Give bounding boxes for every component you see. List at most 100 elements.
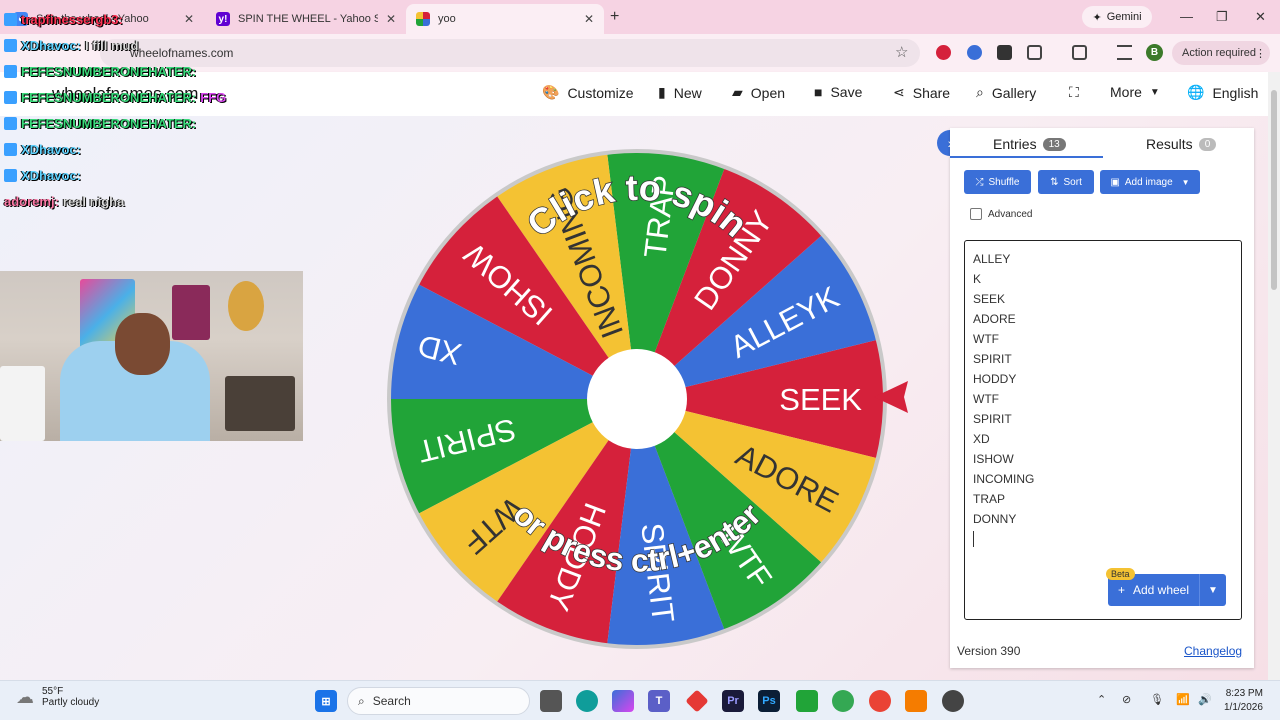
nav-customize[interactable]: 🎨 Customize	[542, 84, 634, 101]
tray-chevron-icon[interactable]: ⌃	[1097, 693, 1106, 706]
tab-yahoo-search[interactable]: y! SPIN THE WHEEL - Yahoo Search ✕	[206, 4, 406, 34]
palette-icon: 🎨	[542, 84, 560, 100]
entry-line: ISHOW	[973, 452, 1014, 466]
chevron-down-icon: ▼	[1149, 86, 1160, 98]
tab-results[interactable]: Results 0	[1146, 136, 1217, 152]
media-icon[interactable]	[1117, 45, 1132, 60]
chat-line: FEFESNUMBERONEHATER:	[4, 116, 200, 131]
windows-start-icon[interactable]: ⊞	[315, 690, 337, 712]
entries-textarea[interactable]: ALLEY K SEEK ADORE WTF SPIRIT HODDY WTF SPIRIT XD…	[964, 240, 1242, 620]
chat-line: XDhavoc: I fill mud	[4, 38, 138, 53]
yahoo-icon: y!	[216, 12, 230, 26]
close-icon[interactable]: ✕	[386, 12, 396, 26]
add-image-button[interactable]: ▣ Add image ▼	[1100, 170, 1200, 194]
plus-icon: +	[1117, 583, 1125, 597]
chevron-down-icon[interactable]: ▼	[1200, 585, 1226, 596]
app-icon[interactable]	[796, 690, 818, 712]
nav-new[interactable]: ▮ New	[658, 84, 702, 101]
minimize-icon[interactable]: —	[1180, 9, 1193, 24]
wheel-pointer-icon	[874, 381, 908, 413]
nav-share[interactable]: ⋖ Share	[893, 84, 950, 101]
volume-icon[interactable]: 🔊	[1198, 693, 1212, 706]
task-view-icon[interactable]	[540, 690, 562, 712]
fullscreen-icon[interactable]: ⛶	[1069, 84, 1079, 101]
copilot-icon[interactable]	[612, 690, 634, 712]
chrome-taskbar-icon[interactable]	[832, 690, 854, 712]
app-icon[interactable]	[905, 690, 927, 712]
beta-badge: Beta	[1106, 568, 1135, 580]
url-input[interactable]: wheelofnames.com	[100, 39, 920, 67]
results-count-badge: 0	[1198, 137, 1217, 151]
nav-open[interactable]: ▰ Open	[732, 84, 785, 101]
restore-icon[interactable]: ❐	[1216, 9, 1228, 25]
action-required-button[interactable]: Action required ⋮	[1172, 41, 1270, 65]
text-caret	[973, 531, 974, 547]
poster	[172, 285, 210, 340]
gemini-button[interactable]: ✦ Gemini	[1082, 6, 1152, 28]
folder-icon: ▰	[732, 84, 743, 100]
share-icon: ⋖	[893, 84, 905, 100]
obs-icon[interactable]	[942, 690, 964, 712]
extension-icon[interactable]	[936, 45, 951, 60]
table	[225, 376, 295, 431]
nav-gallery[interactable]: ⌕ Gallery	[976, 84, 1036, 101]
nav-language[interactable]: 🌐 English	[1187, 84, 1258, 101]
entry-line: DONNY	[973, 512, 1017, 526]
spin-wheel[interactable]: SEEKALLEYKDONNYTRAPINCOMINGISHOWXDSPIRIT…	[386, 148, 888, 650]
nav-more[interactable]: More ▼	[1110, 84, 1160, 100]
new-tab-icon[interactable]: +	[610, 8, 619, 26]
active-tab-underline	[950, 156, 1103, 158]
chat-line: XDhavoc:	[4, 168, 85, 183]
tab-search-icon[interactable]	[1072, 45, 1087, 60]
profile-avatar[interactable]: B	[1146, 44, 1163, 61]
weather-widget[interactable]: ☁ 55°F Partly cloudy	[16, 686, 99, 708]
bookmark-star-icon[interactable]: ☆	[895, 43, 908, 61]
streamer-head	[115, 313, 170, 375]
image-icon: ▣	[1110, 176, 1120, 188]
wifi-icon[interactable]: 📶	[1176, 693, 1190, 706]
advanced-checkbox[interactable]: Advanced	[970, 208, 1032, 220]
close-icon[interactable]: ✕	[184, 12, 194, 26]
premiere-icon[interactable]: Pr	[722, 690, 744, 712]
teams-icon[interactable]: T	[648, 690, 670, 712]
close-icon[interactable]: ✕	[584, 12, 594, 26]
search-icon: ⌕	[976, 84, 984, 100]
tab-entries[interactable]: Entries 13	[993, 136, 1066, 152]
changelog-link[interactable]: Changelog	[1184, 644, 1242, 658]
sort-button[interactable]: ⇅ Sort	[1038, 170, 1094, 194]
app-icon[interactable]	[685, 689, 709, 713]
window-close-icon[interactable]: ✕	[1255, 9, 1266, 25]
mic-icon[interactable]: 🎙	[1150, 693, 1164, 706]
chrome-taskbar-icon[interactable]	[869, 690, 891, 712]
page-scrollbar[interactable]	[1268, 72, 1280, 680]
globe-icon: 🌐	[1187, 84, 1205, 100]
taskbar-search[interactable]: ⌕ Search	[347, 687, 530, 715]
tab-active-yoo[interactable]: yoo ✕	[406, 4, 604, 34]
kebab-menu-icon: ⋮	[1255, 47, 1266, 60]
chevron-down-icon: ▼	[1181, 177, 1190, 187]
entry-line: SPIRIT	[973, 352, 1012, 366]
chat-line: trapfinessergb3:	[4, 12, 127, 27]
checkbox-box[interactable]	[970, 208, 982, 220]
wheel-favicon-icon	[416, 12, 430, 26]
puzzle-icon[interactable]	[1027, 45, 1042, 60]
tab-label: yoo	[438, 13, 456, 25]
network-icon[interactable]: ⊘	[1122, 693, 1131, 706]
entry-line: K	[973, 272, 982, 286]
photoshop-icon[interactable]: Ps	[758, 690, 780, 712]
save-icon: ■	[814, 84, 823, 100]
sort-icon: ⇅	[1050, 176, 1059, 188]
extension-icon[interactable]	[967, 45, 982, 60]
system-clock[interactable]: 8:23 PM 1/1/2026	[1224, 687, 1263, 715]
extension-icon[interactable]	[997, 45, 1012, 60]
nav-save[interactable]: ■ Save	[814, 84, 862, 100]
scrollbar-thumb[interactable]	[1271, 90, 1277, 290]
entry-line: SEEK	[973, 292, 1006, 306]
shuffle-button[interactable]: ⤮ Shuffle	[964, 170, 1031, 194]
shelf	[0, 366, 45, 441]
chat-line: XDhavoc:	[4, 142, 85, 157]
entry-line: SPIRIT	[973, 412, 1012, 426]
wheel-segment-label: SEEK	[779, 382, 862, 417]
edge-icon[interactable]	[576, 690, 598, 712]
entry-line: WTF	[973, 332, 999, 346]
